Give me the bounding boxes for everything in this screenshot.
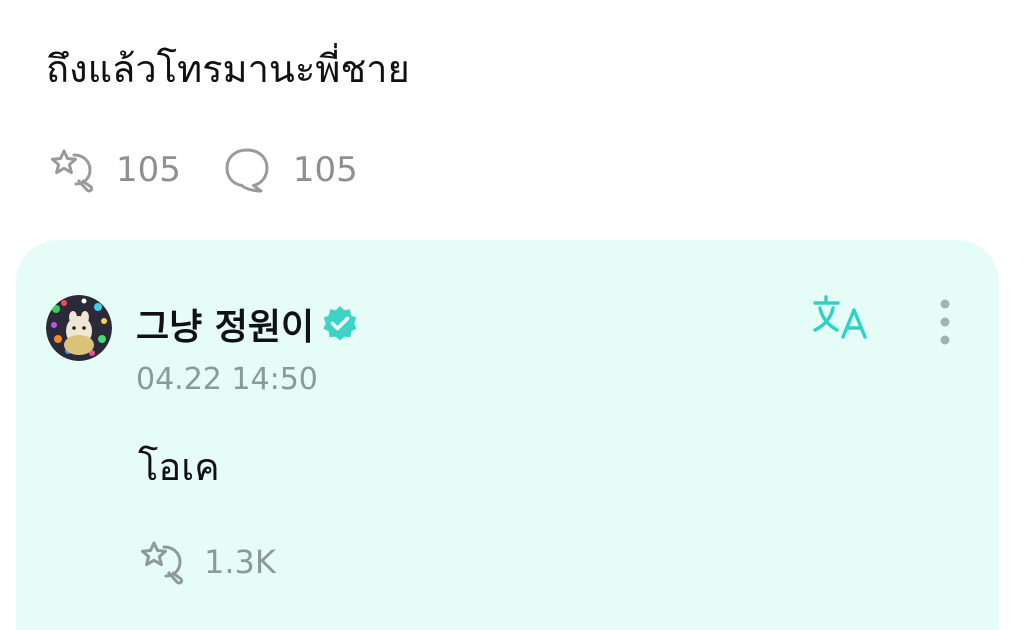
star-reaction-icon	[141, 541, 184, 585]
verified-badge-icon	[323, 306, 357, 341]
post-comment-button[interactable]: 105	[221, 144, 358, 196]
post-reaction-count: 105	[116, 150, 181, 190]
more-vertical-icon[interactable]	[930, 294, 960, 350]
avatar-image	[46, 295, 112, 361]
star-reaction-icon	[51, 149, 94, 193]
reply-timestamp: 04.22 14:50	[136, 362, 318, 397]
author-row: 그냥 정원이	[136, 298, 360, 350]
translate-icon[interactable]	[812, 292, 878, 348]
reply-card: 그냥 정원이 04.22 14:50 โอเค 1.3K	[16, 240, 999, 630]
fan-post-thread: ถึงแล้วโทรมานะพี่ชาย 105 105 그냥 정원이 04.2…	[0, 0, 1029, 630]
reply-text: โอเค	[138, 445, 220, 489]
post-comment-count: 105	[292, 150, 358, 190]
post-text: ถึงแล้วโทรมานะพี่ชาย	[46, 47, 410, 91]
author-name[interactable]: 그냥 정원이	[136, 298, 314, 350]
speech-bubble-icon	[225, 148, 269, 193]
reply-reaction-count: 1.3K	[204, 543, 276, 581]
reply-reaction-button[interactable]: 1.3K	[134, 536, 276, 588]
avatar[interactable]	[46, 295, 112, 361]
post-stats-bar: 105 105	[44, 142, 358, 198]
post-reaction-button[interactable]: 105	[44, 144, 181, 196]
